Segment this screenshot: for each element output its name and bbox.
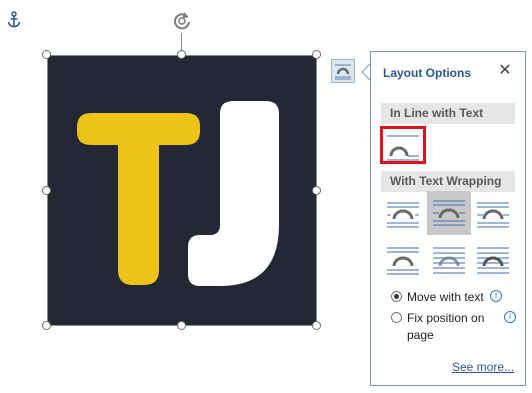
layout-options-panel: Layout Options ✕ In Line with Text With … bbox=[370, 51, 526, 386]
close-icon[interactable]: ✕ bbox=[497, 62, 513, 80]
wrap-tight-option[interactable] bbox=[427, 191, 471, 235]
rotate-connector bbox=[181, 33, 182, 51]
fix-position-label: Fix position on bbox=[407, 311, 485, 325]
inline-section-header: In Line with Text bbox=[381, 103, 515, 124]
wrapping-section-header: With Text Wrapping bbox=[381, 171, 515, 192]
fix-position-label-line2: page bbox=[407, 328, 434, 342]
inline-option-highlight bbox=[380, 126, 426, 164]
move-with-text-radio[interactable] bbox=[391, 291, 402, 302]
anchor-icon bbox=[6, 10, 22, 30]
resize-handle-top-left[interactable] bbox=[42, 50, 51, 59]
resize-handle-top[interactable] bbox=[177, 50, 186, 59]
selected-image[interactable] bbox=[47, 55, 317, 326]
wrap-through-option[interactable] bbox=[475, 197, 511, 233]
wrap-square-option[interactable] bbox=[385, 197, 421, 233]
tj-logo bbox=[77, 101, 279, 286]
panel-title: Layout Options bbox=[383, 66, 471, 80]
letter-t bbox=[77, 113, 200, 285]
resize-handle-bottom-left[interactable] bbox=[42, 321, 51, 330]
rotate-icon[interactable] bbox=[170, 9, 194, 33]
letter-j bbox=[188, 101, 279, 286]
wrap-in-front-option[interactable] bbox=[475, 242, 511, 278]
wrap-square-icon bbox=[387, 202, 419, 228]
wrap-tight-icon bbox=[433, 200, 465, 226]
layout-options-icon bbox=[335, 64, 351, 80]
wrap-behind-text-option[interactable] bbox=[431, 242, 467, 278]
move-with-text-label: Move with text bbox=[407, 290, 484, 304]
resize-handle-right[interactable] bbox=[312, 186, 321, 195]
wrap-top-bottom-icon bbox=[387, 247, 419, 275]
see-more-link[interactable]: See more... bbox=[452, 360, 514, 374]
resize-handle-bottom-right[interactable] bbox=[312, 321, 321, 330]
fix-position-radio[interactable] bbox=[391, 312, 402, 323]
resize-handle-top-right[interactable] bbox=[312, 50, 321, 59]
wrap-in-front-icon bbox=[477, 247, 509, 274]
layout-options-button[interactable] bbox=[331, 59, 355, 83]
wrap-behind-text-icon bbox=[433, 247, 465, 274]
wrap-top-bottom-option[interactable] bbox=[385, 242, 421, 278]
resize-handle-left[interactable] bbox=[42, 186, 51, 195]
info-icon[interactable]: i bbox=[504, 311, 516, 323]
resize-handle-bottom[interactable] bbox=[177, 321, 186, 330]
info-icon[interactable]: i bbox=[490, 290, 502, 302]
wrap-through-icon bbox=[477, 202, 509, 228]
